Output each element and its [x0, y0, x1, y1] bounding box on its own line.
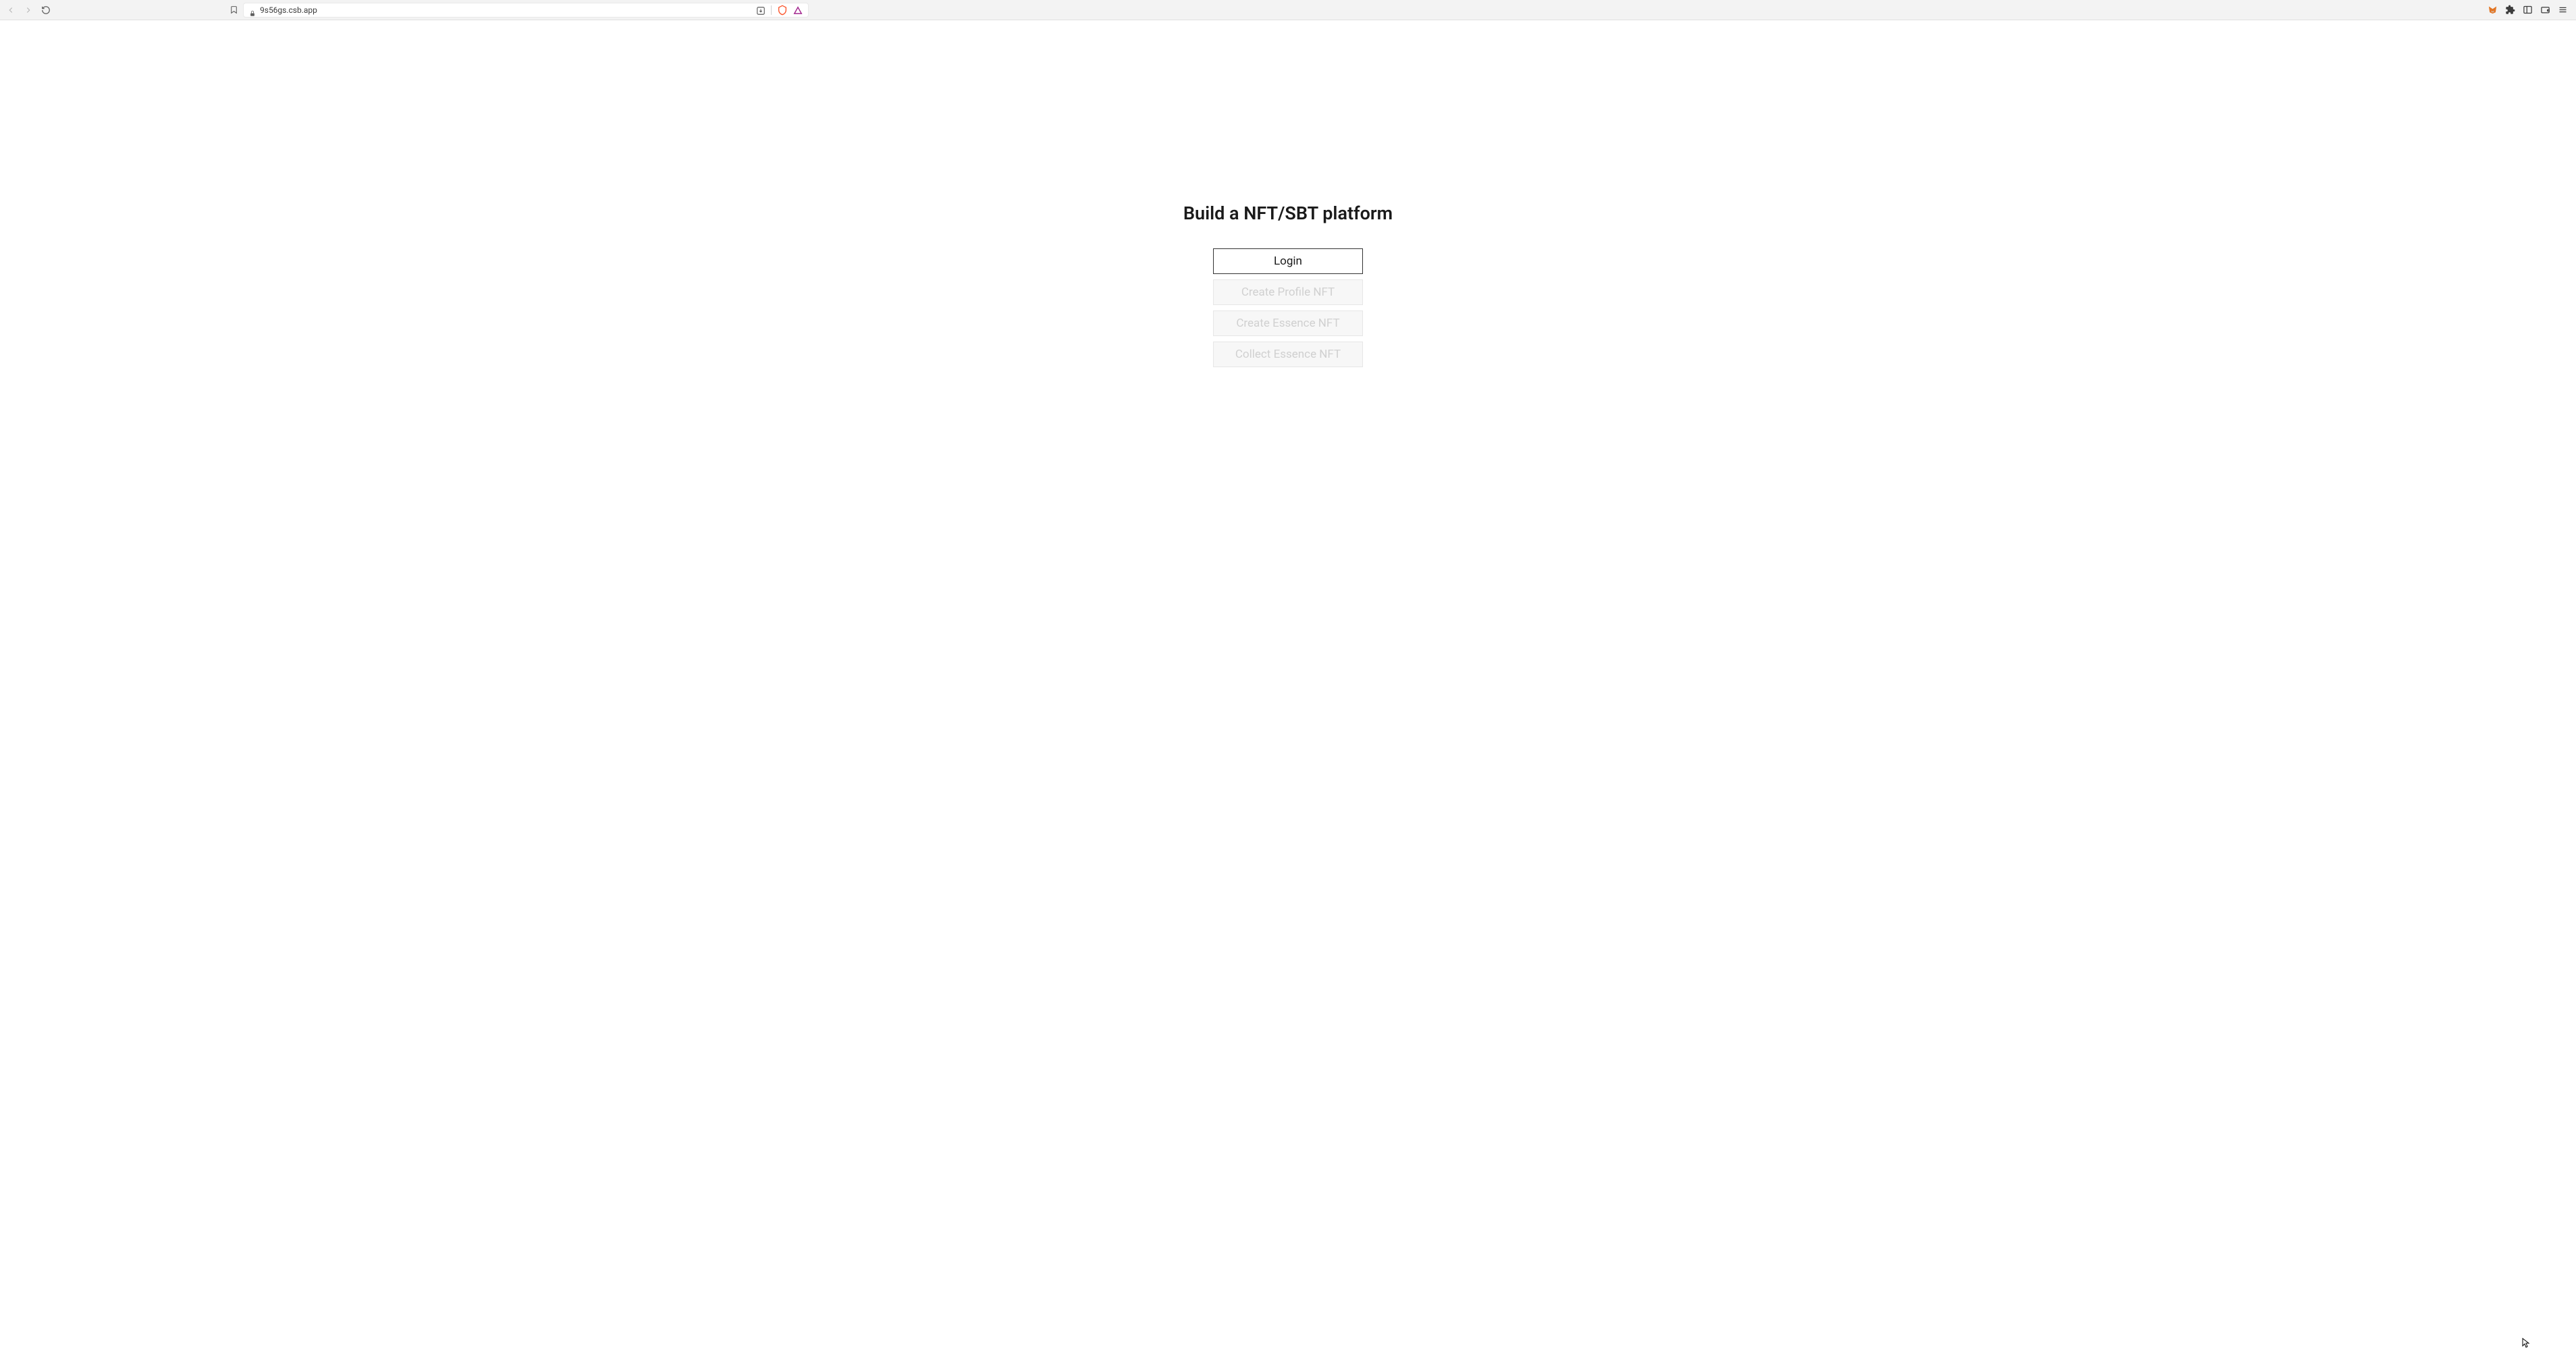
sidebar-toggle-icon[interactable]: [2522, 5, 2533, 16]
separator: [771, 5, 772, 15]
page-title: Build a NFT/SBT platform: [1183, 202, 1393, 224]
extensions-menu-icon[interactable]: [2504, 5, 2515, 16]
browser-toolbar: 9s56gs.csb.app: [0, 0, 2576, 20]
install-app-icon[interactable]: [756, 5, 766, 15]
page-content: Build a NFT/SBT platform Login Create Pr…: [0, 20, 2576, 1354]
bookmark-icon[interactable]: [228, 5, 239, 16]
login-button[interactable]: Login: [1213, 248, 1363, 274]
brave-shields-icon[interactable]: [777, 5, 788, 16]
forward-button[interactable]: [23, 5, 34, 16]
back-button[interactable]: [5, 5, 16, 16]
address-bar-right: [756, 5, 803, 16]
brave-rewards-icon[interactable]: [793, 5, 803, 15]
collect-essence-nft-button: Collect Essence NFT: [1213, 342, 1363, 367]
main-menu-icon[interactable]: [2557, 5, 2568, 16]
address-bar-container: 9s56gs.csb.app: [228, 3, 809, 18]
url-text: 9s56gs.csb.app: [260, 5, 317, 15]
extensions-area: [2487, 5, 2571, 16]
button-stack: Login Create Profile NFT Create Essence …: [1213, 248, 1363, 367]
address-bar[interactable]: 9s56gs.csb.app: [243, 3, 809, 18]
create-profile-nft-button: Create Profile NFT: [1213, 279, 1363, 305]
metamask-extension-icon[interactable]: [2487, 5, 2498, 16]
lock-icon: [249, 7, 256, 13]
wallet-icon[interactable]: [2540, 5, 2550, 16]
nav-controls: [5, 5, 55, 16]
reload-button[interactable]: [41, 5, 51, 16]
create-essence-nft-button: Create Essence NFT: [1213, 310, 1363, 336]
